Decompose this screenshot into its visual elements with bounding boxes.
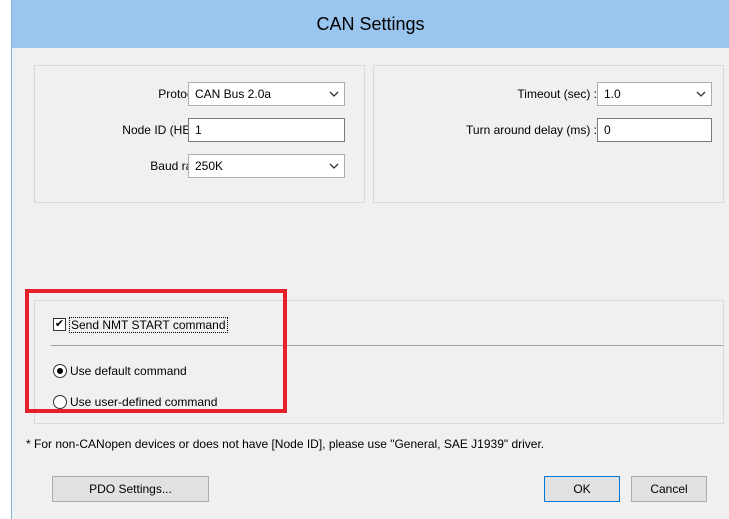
can-settings-dialog: CAN Settings Protocol : CAN Bus 2.0a Nod… (11, 0, 729, 519)
ok-label: OK (573, 482, 591, 496)
cancel-label: Cancel (650, 482, 688, 496)
turnaround-input[interactable]: 0 (597, 118, 712, 142)
protocol-value: CAN Bus 2.0a (195, 87, 272, 101)
cancel-button[interactable]: Cancel (631, 476, 707, 502)
turnaround-value: 0 (604, 123, 611, 137)
connection-group: Protocol : CAN Bus 2.0a Node ID (HEX) : … (34, 65, 365, 203)
highlight-box (25, 289, 287, 413)
chevron-down-icon (691, 89, 711, 100)
pdo-settings-label: PDO Settings... (89, 482, 172, 496)
dialog-title: CAN Settings (316, 13, 425, 34)
timeout-value: 1.0 (604, 87, 621, 101)
dialog-content: Protocol : CAN Bus 2.0a Node ID (HEX) : … (12, 48, 729, 519)
chevron-down-icon (324, 161, 344, 172)
baud-rate-value: 250K (195, 159, 224, 173)
title-bar[interactable]: CAN Settings (12, 0, 729, 48)
ok-button[interactable]: OK (544, 476, 620, 502)
node-id-value: 1 (195, 123, 202, 137)
baud-rate-select[interactable]: 250K (188, 154, 345, 178)
chevron-down-icon (324, 89, 344, 100)
timeout-select[interactable]: 1.0 (597, 82, 712, 106)
timeout-label: Timeout (sec) : (517, 87, 597, 101)
node-id-input[interactable]: 1 (188, 118, 345, 142)
pdo-settings-button[interactable]: PDO Settings... (52, 476, 209, 502)
driver-note: * For non-CANopen devices or does not ha… (26, 437, 545, 451)
protocol-select[interactable]: CAN Bus 2.0a (188, 82, 345, 106)
timing-group: Timeout (sec) : 1.0 Turn around delay (m… (373, 65, 724, 203)
turnaround-label: Turn around delay (ms) : (466, 123, 597, 137)
